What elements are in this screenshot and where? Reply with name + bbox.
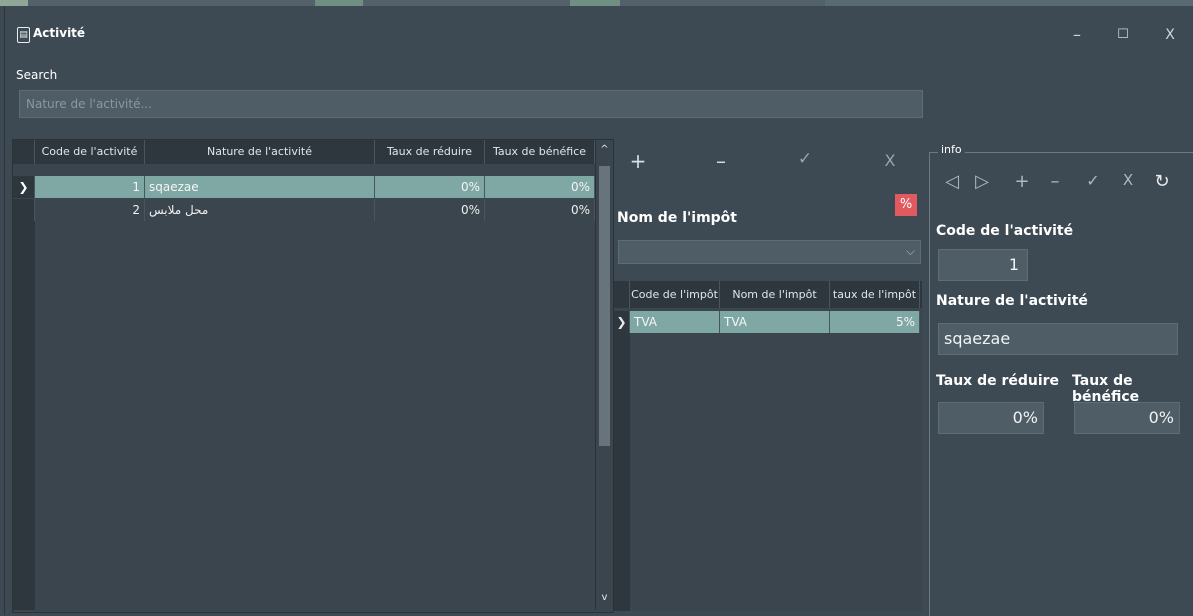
activities-table-header: Code de l'activité Nature de l'activité … bbox=[13, 140, 595, 164]
row-indicator-column bbox=[614, 333, 630, 611]
nature-activite-label: Nature de l'activité bbox=[936, 293, 1088, 309]
nature-activite-field[interactable]: sqaezae bbox=[938, 323, 1178, 355]
vertical-scrollbar[interactable]: ^ v bbox=[595, 140, 613, 610]
row-indicator-arrow: ❯ bbox=[13, 176, 35, 198]
table-row[interactable]: ❯ TVA TVA 5% bbox=[614, 311, 922, 333]
row-indicator-column bbox=[13, 221, 35, 610]
taux-reduire-label: Taux de réduire bbox=[936, 373, 1060, 389]
info-panel-title: info bbox=[938, 143, 965, 156]
cell-nature[interactable]: sqaezae bbox=[145, 176, 375, 198]
window-title: Activité bbox=[33, 26, 86, 40]
code-activite-field[interactable]: 1 bbox=[938, 249, 1028, 281]
row-indicator bbox=[13, 199, 35, 221]
scroll-up-icon[interactable]: ^ bbox=[596, 144, 613, 155]
cell-nom-impot[interactable]: TVA bbox=[720, 311, 830, 333]
cell-code[interactable]: 1 bbox=[35, 176, 145, 198]
tax-panel: + – ✓ X % Nom de l'impôt ⌵ Code de l'imp… bbox=[613, 139, 923, 611]
search-input[interactable] bbox=[19, 90, 923, 118]
cell-reduire[interactable]: 0% bbox=[375, 176, 485, 198]
next-icon[interactable]: ▷ bbox=[970, 171, 994, 192]
cancel-icon[interactable]: X bbox=[1116, 171, 1140, 189]
col-header-reduire[interactable]: Taux de réduire bbox=[375, 140, 485, 164]
cell-reduire[interactable]: 0% bbox=[375, 199, 485, 221]
col-header-nom-impot[interactable]: Nom de l'impôt bbox=[720, 281, 830, 308]
taux-benefice-label: Taux de bénéfice bbox=[1072, 373, 1140, 405]
cell-benefice[interactable]: 0% bbox=[485, 199, 595, 221]
table-row[interactable]: ❯ 1 sqaezae 0% 0% bbox=[13, 176, 595, 198]
code-activite-label: Code de l'activité bbox=[936, 223, 1074, 239]
cell-code[interactable]: 2 bbox=[35, 199, 145, 221]
cell-code-impot[interactable]: TVA bbox=[630, 311, 720, 333]
row-indicator-header bbox=[13, 140, 35, 164]
col-header-code[interactable]: Code de l'activité bbox=[35, 140, 145, 164]
chevron-down-icon: ⌵ bbox=[905, 244, 915, 258]
scrollbar-thumb[interactable] bbox=[599, 166, 610, 446]
taux-benefice-field[interactable]: 0% bbox=[1074, 402, 1180, 434]
previous-icon[interactable]: ◁ bbox=[940, 171, 964, 192]
row-indicator-header bbox=[614, 281, 630, 308]
nom-impot-combo[interactable]: ⌵ bbox=[618, 240, 921, 264]
col-header-code-impot[interactable]: Code de l'impôt bbox=[630, 281, 720, 308]
cancel-tax-button[interactable]: X bbox=[875, 151, 905, 170]
title-bar: ▤ Activité – ☐ X bbox=[5, 6, 1193, 54]
col-header-taux-impot[interactable]: taux de l'impôt bbox=[830, 281, 920, 308]
table-row[interactable]: 2 محل ملابس 0% 0% bbox=[13, 199, 595, 221]
cell-taux-impot[interactable]: 5% bbox=[830, 311, 920, 333]
activite-window: ▤ Activité – ☐ X Search Code de l'activi… bbox=[4, 6, 1193, 616]
remove-tax-button[interactable]: – bbox=[706, 149, 736, 173]
nom-impot-label: Nom de l'impôt bbox=[617, 210, 737, 226]
scroll-down-icon[interactable]: v bbox=[596, 592, 613, 603]
info-panel: info ◁ ▷ + – ✓ X ↻ Code de l'activité 1 … bbox=[929, 143, 1193, 616]
close-button[interactable]: X bbox=[1153, 22, 1187, 48]
percent-button[interactable]: % bbox=[895, 194, 917, 216]
minimize-button[interactable]: – bbox=[1060, 22, 1094, 48]
search-label: Search bbox=[16, 68, 58, 82]
remove-icon[interactable]: – bbox=[1043, 171, 1067, 192]
confirm-icon[interactable]: ✓ bbox=[1081, 171, 1105, 190]
col-header-benefice[interactable]: Taux de bénéfice bbox=[485, 140, 595, 164]
taux-reduire-field[interactable]: 0% bbox=[938, 402, 1044, 434]
tax-table-header: Code de l'impôt Nom de l'impôt taux de l… bbox=[614, 281, 922, 308]
add-icon[interactable]: + bbox=[1010, 171, 1034, 192]
cell-nature[interactable]: محل ملابس bbox=[145, 199, 375, 221]
refresh-icon[interactable]: ↻ bbox=[1150, 171, 1174, 192]
app-document-icon: ▤ bbox=[17, 27, 30, 43]
row-indicator-arrow: ❯ bbox=[614, 311, 630, 333]
tax-table: Code de l'impôt Nom de l'impôt taux de l… bbox=[613, 281, 922, 611]
add-tax-button[interactable]: + bbox=[623, 149, 653, 173]
col-header-nature[interactable]: Nature de l'activité bbox=[145, 140, 375, 164]
activities-table: Code de l'activité Nature de l'activité … bbox=[12, 139, 614, 613]
confirm-tax-button[interactable]: ✓ bbox=[790, 149, 820, 169]
cell-benefice[interactable]: 0% bbox=[485, 176, 595, 198]
maximize-button[interactable]: ☐ bbox=[1106, 22, 1140, 48]
